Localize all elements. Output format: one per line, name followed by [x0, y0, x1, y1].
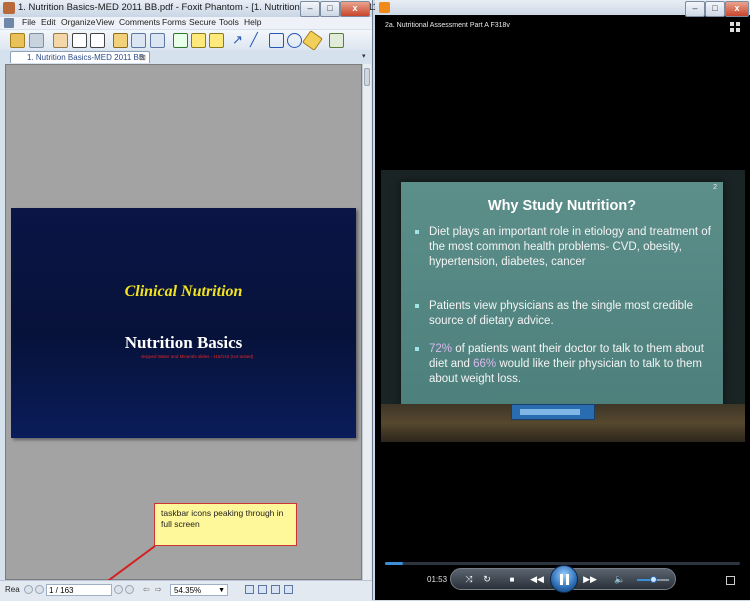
back-view-icon[interactable]: ⇦ [143, 585, 152, 594]
menu-file[interactable]: File [22, 17, 36, 27]
previous-page-icon[interactable] [35, 585, 44, 594]
lecture-slide: 2 Why Study Nutrition? Diet plays an imp… [401, 182, 723, 406]
highlight-percent: 72% [429, 343, 453, 355]
facing-view-icon[interactable] [271, 585, 280, 594]
arrow-tool-icon[interactable]: ↗ [232, 33, 245, 46]
volume-knob[interactable] [650, 576, 657, 583]
bullet-square-icon [415, 347, 419, 351]
player-app-icon[interactable] [379, 2, 390, 13]
zoom-value: 54.35% [174, 586, 202, 595]
switch-to-library-icon[interactable] [730, 22, 740, 32]
slide-note: skipped Water and Minerals slides - 118/… [141, 354, 254, 359]
slide-bullet: Patients view physicians as the single m… [415, 299, 715, 329]
page-number-field[interactable]: 1 / 163 [46, 584, 112, 596]
document-menu-icon[interactable] [4, 18, 14, 28]
scrollbar-thumb[interactable] [364, 68, 370, 86]
maximize-icon[interactable]: □ [320, 1, 340, 17]
first-page-icon[interactable] [24, 585, 33, 594]
chevron-down-icon[interactable]: ▼ [218, 585, 225, 596]
next-page-icon[interactable] [114, 585, 123, 594]
last-page-icon[interactable] [125, 585, 134, 594]
menu-view[interactable]: View [96, 17, 114, 27]
tab-strip: 1. Nutrition Basics-MED 2011 BB ⊠ ▾ [0, 50, 372, 64]
textbox-tool-icon[interactable] [191, 33, 206, 48]
stamp-icon[interactable] [329, 33, 344, 48]
playback-controls: ⤨ ↻ ■ ◀◀ ▶▶ 🔈 [450, 565, 676, 593]
continuous-view-icon[interactable] [258, 585, 267, 594]
minimize-icon[interactable]: – [685, 1, 705, 17]
bullet-square-icon [415, 304, 419, 308]
select-text-icon[interactable] [72, 33, 87, 48]
tab-document[interactable]: 1. Nutrition Basics-MED 2011 BB ⊠ [10, 51, 150, 63]
video-title: 2a. Nutritional Assessment Part A F318v [385, 22, 510, 29]
tab-label: 1. Nutrition Basics-MED 2011 BB [27, 53, 145, 62]
fullscreen-icon[interactable] [726, 576, 735, 585]
pencil-tool-icon[interactable] [302, 30, 323, 51]
menu-edit[interactable]: Edit [41, 17, 56, 27]
video-frame[interactable]: 2 Why Study Nutrition? Diet plays an imp… [381, 170, 745, 442]
rectangle-tool-icon[interactable] [269, 33, 284, 48]
edit-icon[interactable] [113, 33, 128, 48]
highlight-percent: 66% [473, 358, 497, 370]
player-titlebar: – □ x [375, 0, 750, 17]
callout-tool-icon[interactable] [150, 33, 165, 48]
minimize-icon[interactable]: – [300, 1, 320, 17]
status-bar: Rea 1 / 163 ⇦ ⇨ 54.35% ▼ [0, 580, 372, 601]
menu-comments[interactable]: Comments [119, 17, 160, 27]
status-ready-text: Rea [5, 585, 20, 594]
seek-progress [385, 562, 403, 565]
lecture-slide-title: Why Study Nutrition? [487, 198, 637, 214]
select-box-icon[interactable] [90, 33, 105, 48]
menu-secure[interactable]: Secure [189, 17, 216, 27]
foxit-titlebar: 1. Nutrition Basics-MED 2011 BB.pdf - Fo… [0, 0, 412, 18]
slide-bullet: Diet plays an important role in etiology… [415, 225, 715, 270]
close-icon[interactable]: x [340, 1, 370, 17]
slide-subtitle: Nutrition Basics [124, 333, 243, 352]
room-screen [511, 404, 595, 420]
single-page-view-icon[interactable] [245, 585, 254, 594]
volume-slider[interactable] [637, 576, 669, 583]
oval-tool-icon[interactable] [287, 33, 302, 48]
forward-view-icon[interactable]: ⇨ [155, 585, 164, 594]
continuous-facing-view-icon[interactable] [284, 585, 293, 594]
previous-icon[interactable]: ◀◀ [529, 574, 545, 585]
maximize-icon[interactable]: □ [705, 1, 725, 17]
slide-number: 2 [713, 184, 717, 191]
foxit-window: 1. Nutrition Basics-MED 2011 BB.pdf - Fo… [0, 0, 412, 601]
media-player-window: – □ x 2a. Nutritional Assessment Part A … [375, 0, 750, 600]
foxit-app-icon[interactable] [3, 2, 15, 14]
bullet-square-icon [415, 230, 419, 234]
typewriter-icon[interactable] [173, 33, 188, 48]
open-icon[interactable] [10, 33, 25, 48]
elapsed-time: 01:53 [427, 575, 448, 584]
line-tool-icon[interactable]: ╱ [250, 33, 263, 46]
save-icon[interactable] [29, 33, 44, 48]
menu-help[interactable]: Help [244, 17, 261, 27]
text-box-icon[interactable] [131, 33, 146, 48]
repeat-icon[interactable]: ↻ [481, 574, 493, 585]
slide-title: Clinical Nutrition [124, 283, 243, 300]
lecture-room [381, 404, 745, 442]
menu-forms[interactable]: Forms [162, 17, 186, 27]
volume-icon[interactable]: 🔈 [614, 574, 626, 585]
tab-list-icon[interactable]: ▾ [362, 52, 366, 60]
vertical-scrollbar[interactable] [362, 64, 371, 580]
hand-tool-icon[interactable] [53, 33, 68, 48]
shuffle-icon[interactable]: ⤨ [463, 574, 475, 585]
callout-annotation: taskbar icons peaking through in full sc… [154, 503, 297, 546]
toolbar: ↗ ╱ [0, 30, 372, 51]
pdf-slide: Clinical Nutrition Nutrition Basics skip… [11, 208, 356, 438]
menu-organize[interactable]: Organize [61, 17, 96, 27]
stop-icon[interactable]: ■ [506, 574, 518, 585]
next-icon[interactable]: ▶▶ [582, 574, 598, 585]
menu-bar: File Edit Organize View Comments Forms S… [0, 17, 372, 29]
close-icon[interactable]: x [725, 1, 749, 17]
note-icon[interactable] [209, 33, 224, 48]
zoom-select[interactable]: 54.35% ▼ [170, 584, 228, 596]
pause-icon[interactable] [550, 565, 578, 593]
menu-tools[interactable]: Tools [219, 17, 239, 27]
close-tab-icon[interactable]: ⊠ [139, 52, 146, 64]
slide-bullet: 72% of patients want their doctor to tal… [415, 342, 715, 387]
